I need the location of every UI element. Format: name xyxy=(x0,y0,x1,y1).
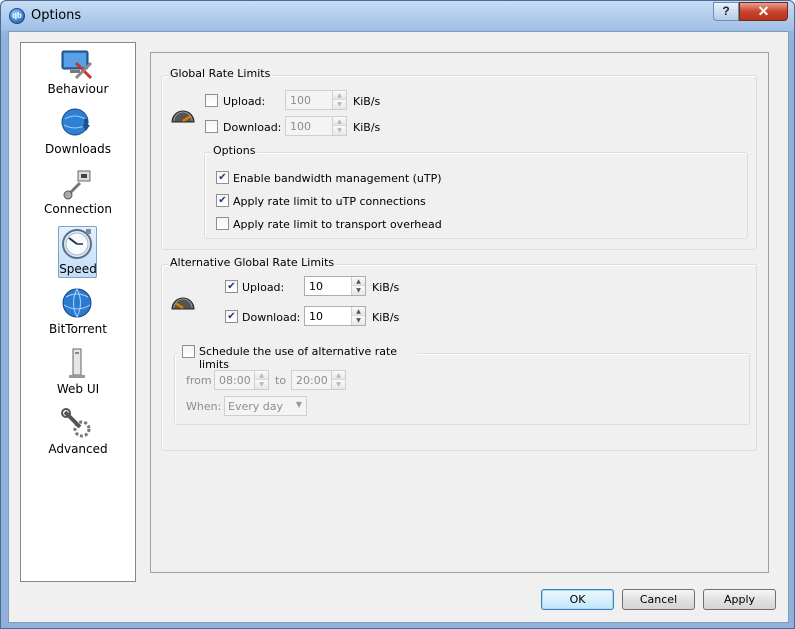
globe-download-icon xyxy=(61,108,90,136)
upload-limit-spinbox[interactable]: 100 ▲ ▼ xyxy=(285,90,347,110)
sidebar-item-label: BitTorrent xyxy=(49,322,107,336)
qbittorrent-app-icon: qb xyxy=(9,8,25,24)
from-time-edit[interactable]: 08:00 ▲ ▼ xyxy=(214,370,269,390)
schedule-label: Schedule the use of alternative rate lim… xyxy=(199,345,398,371)
spinbox-value: 10 xyxy=(309,280,323,293)
enable-utp-label: Enable bandwidth management (uTP) xyxy=(233,172,442,185)
sidebar-item-web-ui[interactable]: Web UI xyxy=(21,345,135,403)
sidebar-item-label: Downloads xyxy=(45,142,111,156)
alt-upload-unit: KiB/s xyxy=(372,281,400,294)
alt-download-unit: KiB/s xyxy=(372,311,400,324)
spinbox-arrows: ▲ ▼ xyxy=(331,371,345,389)
alt-rate-limits-group: Alternative Global Rate Limits Upload: 1… xyxy=(161,256,757,451)
apply-button[interactable]: Apply xyxy=(703,589,776,610)
alt-download-limit-spinbox[interactable]: 10 ▲ ▼ xyxy=(304,306,366,326)
global-rate-limits-group: Global Rate Limits Upload: 100 ▲ ▼ KiB/s xyxy=(161,67,757,250)
spin-down-icon[interactable]: ▼ xyxy=(332,380,345,389)
spin-down-icon[interactable]: ▼ xyxy=(333,126,346,135)
close-button[interactable]: ✕ xyxy=(739,2,788,21)
sidebar-item-label: Connection xyxy=(44,202,112,216)
spinbox-value: 100 xyxy=(290,120,311,133)
alt-download-checkbox[interactable] xyxy=(225,310,238,323)
schedule-group-header: Schedule the use of alternative rate lim… xyxy=(177,344,417,371)
when-combobox[interactable]: Every day ▼ xyxy=(224,396,307,416)
spinbox-arrows: ▲ ▼ xyxy=(351,277,365,295)
combobox-value: Every day xyxy=(228,400,283,413)
sidebar-item-downloads[interactable]: Downloads xyxy=(21,105,135,163)
category-list: Behaviour Downloads Connection Speed Bit… xyxy=(20,42,136,582)
sidebar-item-label: Web UI xyxy=(56,382,100,396)
download-unit: KiB/s xyxy=(353,121,381,134)
utp-rate-limit-label: Apply rate limit to uTP connections xyxy=(233,195,426,208)
download-label: Download: xyxy=(223,121,282,134)
options-group: Options Enable bandwidth management (uTP… xyxy=(204,144,748,239)
chevron-down-icon: ▼ xyxy=(295,400,302,409)
wrench-gear-icon xyxy=(61,408,91,438)
group-title: Options xyxy=(211,144,258,157)
to-label: to xyxy=(275,374,287,387)
download-checkbox[interactable] xyxy=(205,120,218,133)
monitor-tools-icon xyxy=(61,50,93,80)
spinbox-arrows: ▲ ▼ xyxy=(254,371,268,389)
time-value: 20:00 xyxy=(296,374,328,387)
options-window: qb Options ? ✕ Behaviour Downloads Conne… xyxy=(0,0,795,629)
spinbox-value: 100 xyxy=(290,94,311,107)
sidebar-item-bittorrent[interactable]: BitTorrent xyxy=(21,285,135,343)
from-label: from xyxy=(186,374,212,387)
upload-unit: KiB/s xyxy=(353,95,381,108)
when-label: When: xyxy=(186,400,222,413)
globe-icon xyxy=(62,288,92,318)
spinbox-arrows: ▲ ▼ xyxy=(332,117,346,135)
spin-up-icon[interactable]: ▲ xyxy=(352,307,365,316)
network-plug-icon xyxy=(63,170,91,200)
spin-down-icon[interactable]: ▼ xyxy=(352,286,365,295)
to-time-edit[interactable]: 20:00 ▲ ▼ xyxy=(291,370,346,390)
spin-up-icon[interactable]: ▲ xyxy=(333,91,346,100)
schedule-checkbox[interactable] xyxy=(182,345,195,358)
group-title: Global Rate Limits xyxy=(168,67,273,80)
spin-up-icon[interactable]: ▲ xyxy=(333,117,346,126)
clock-speed-icon xyxy=(62,229,92,259)
sidebar-item-label: Advanced xyxy=(48,442,108,456)
speed-settings-panel: Global Rate Limits Upload: 100 ▲ ▼ KiB/s xyxy=(150,52,769,573)
window-title: Options xyxy=(31,8,82,23)
spin-down-icon[interactable]: ▼ xyxy=(352,316,365,325)
alt-upload-label: Upload: xyxy=(242,281,285,294)
sidebar-item-connection[interactable]: Connection xyxy=(21,165,135,223)
enable-utp-checkbox[interactable] xyxy=(216,171,229,184)
title-bar: qb Options ? ✕ xyxy=(1,1,794,31)
alt-upload-checkbox[interactable] xyxy=(225,280,238,293)
spin-up-icon[interactable]: ▲ xyxy=(332,371,345,380)
sidebar-item-label: Behaviour xyxy=(47,82,109,96)
sidebar-item-speed[interactable]: Speed xyxy=(21,225,135,283)
spin-up-icon[interactable]: ▲ xyxy=(255,371,268,380)
spin-down-icon[interactable]: ▼ xyxy=(255,380,268,389)
server-tower-icon xyxy=(69,348,85,378)
transport-overhead-label: Apply rate limit to transport overhead xyxy=(233,218,442,231)
alt-speedometer-icon xyxy=(171,297,195,310)
alt-upload-limit-spinbox[interactable]: 10 ▲ ▼ xyxy=(304,276,366,296)
cancel-button[interactable]: Cancel xyxy=(622,589,695,610)
utp-rate-limit-checkbox[interactable] xyxy=(216,194,229,207)
dialog-client-area: Behaviour Downloads Connection Speed Bit… xyxy=(8,31,789,623)
spinbox-value: 10 xyxy=(309,310,323,323)
spinbox-arrows: ▲ ▼ xyxy=(351,307,365,325)
sidebar-item-behaviour[interactable]: Behaviour xyxy=(21,45,135,103)
sidebar-item-advanced[interactable]: Advanced xyxy=(21,405,135,463)
schedule-group: Schedule the use of alternative rate lim… xyxy=(174,344,750,425)
ok-button[interactable]: OK xyxy=(541,589,614,610)
sidebar-item-label: Speed xyxy=(59,262,97,276)
speedometer-icon xyxy=(171,110,195,123)
spin-up-icon[interactable]: ▲ xyxy=(352,277,365,286)
alt-download-label: Download: xyxy=(242,311,301,324)
upload-label: Upload: xyxy=(223,95,266,108)
time-value: 08:00 xyxy=(219,374,251,387)
spin-down-icon[interactable]: ▼ xyxy=(333,100,346,109)
upload-checkbox[interactable] xyxy=(205,94,218,107)
download-limit-spinbox[interactable]: 100 ▲ ▼ xyxy=(285,116,347,136)
help-button[interactable]: ? xyxy=(713,2,739,21)
spinbox-arrows: ▲ ▼ xyxy=(332,91,346,109)
transport-overhead-checkbox[interactable] xyxy=(216,217,229,230)
group-title: Alternative Global Rate Limits xyxy=(168,256,337,269)
